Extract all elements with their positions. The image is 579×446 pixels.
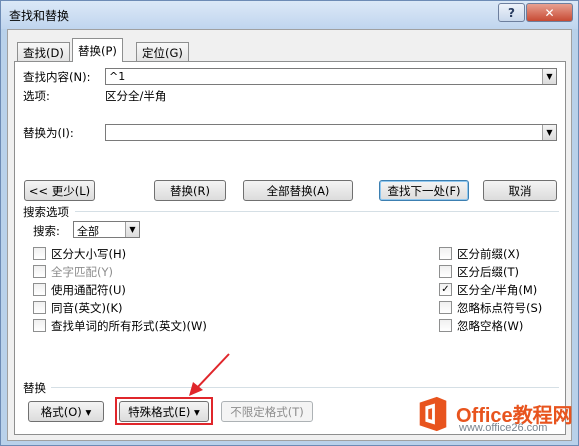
help-button[interactable]: ?	[498, 3, 525, 22]
replace-button[interactable]: 替换(R)	[154, 180, 226, 201]
search-options-divider	[75, 211, 559, 212]
tab-replace[interactable]: 替换(P)	[72, 38, 123, 62]
checkbox-label: 忽略空格(W)	[457, 318, 524, 333]
search-direction-label: 搜索:	[33, 224, 60, 238]
options-label: 选项:	[23, 89, 50, 103]
checkbox-wildcards[interactable]: 使用通配符(U)	[33, 282, 126, 297]
checkbox-box[interactable]	[439, 265, 452, 278]
find-label: 查找内容(N):	[23, 70, 91, 84]
watermark-url: www.office26.com	[459, 422, 548, 434]
checkbox-label: 区分前缀(X)	[457, 246, 520, 261]
tab-find[interactable]: 查找(D)	[17, 42, 70, 61]
highlight-box	[115, 397, 213, 425]
search-options-title: 搜索选项	[23, 205, 69, 219]
checkbox-label: 同音(英文)(K)	[51, 300, 123, 315]
options-value: 区分全/半角	[105, 89, 167, 103]
checkmark-icon[interactable]: ✓	[439, 283, 452, 296]
search-direction-dropdown-icon[interactable]: ▼	[125, 222, 139, 237]
checkbox-label: 查找单词的所有形式(英文)(W)	[51, 318, 207, 333]
search-direction-select[interactable]: 全部 ▼	[73, 221, 140, 238]
checkbox-box[interactable]	[439, 301, 452, 314]
replace-dropdown-icon[interactable]: ▼	[542, 125, 556, 140]
find-dropdown-icon[interactable]: ▼	[542, 69, 556, 84]
checkbox-match-case[interactable]: 区分大小写(H)	[33, 246, 126, 261]
replace-panel: 查找内容(N): ^1 ▼ 选项: 区分全/半角 替换为(I): ▼ << 更少…	[14, 61, 566, 435]
checkbox-whole-word[interactable]: 全字匹配(Y)	[33, 264, 113, 279]
checkbox-full-half-width[interactable]: ✓ 区分全/半角(M)	[439, 282, 537, 297]
replace-label: 替换为(I):	[23, 126, 74, 140]
checkbox-label: 全字匹配(Y)	[51, 264, 113, 279]
checkbox-box[interactable]	[33, 283, 46, 296]
checkbox-box[interactable]	[439, 319, 452, 332]
replace-all-button[interactable]: 全部替换(A)	[243, 180, 353, 201]
replace-section-title: 替换	[23, 381, 46, 395]
close-button[interactable]: ✕	[526, 3, 573, 22]
checkbox-ignore-punctuation[interactable]: 忽略标点符号(S)	[439, 300, 542, 315]
checkbox-ignore-whitespace[interactable]: 忽略空格(W)	[439, 318, 523, 333]
find-input[interactable]: ^1 ▼	[105, 68, 557, 85]
format-button[interactable]: 格式(O) ▾	[28, 401, 104, 422]
arrow-annotation-icon	[189, 353, 230, 396]
checkbox-label: 忽略标点符号(S)	[457, 300, 543, 315]
checkbox-label: 区分大小写(H)	[51, 246, 127, 261]
search-direction-value: 全部	[77, 225, 99, 238]
checkbox-label: 使用通配符(U)	[51, 282, 126, 297]
office-logo-icon	[419, 396, 447, 432]
checkbox-sounds-like[interactable]: 同音(英文)(K)	[33, 300, 123, 315]
replace-section-divider	[51, 387, 559, 388]
checkbox-box[interactable]	[439, 247, 452, 260]
checkbox-match-prefix[interactable]: 区分前缀(X)	[439, 246, 520, 261]
cancel-button[interactable]: 取消	[483, 180, 557, 201]
dialog-title: 查找和替换	[9, 9, 70, 23]
checkbox-label: 区分后缀(T)	[457, 264, 519, 279]
dialog-body: 查找(D) 替换(P) 定位(G) 查找内容(N): ^1 ▼ 选项: 区分全/…	[7, 29, 572, 441]
find-input-value: ^1	[109, 70, 126, 83]
find-next-button[interactable]: 查找下一处(F)	[379, 180, 469, 201]
title-bar: 查找和替换 ? ✕	[1, 1, 578, 29]
tab-goto[interactable]: 定位(G)	[136, 42, 189, 61]
replace-input[interactable]: ▼	[105, 124, 557, 141]
checkbox-box[interactable]	[33, 301, 46, 314]
checkbox-box[interactable]	[33, 319, 46, 332]
checkbox-box[interactable]	[33, 265, 46, 278]
less-button[interactable]: << 更少(L)	[24, 180, 95, 201]
checkbox-word-forms[interactable]: 查找单词的所有形式(英文)(W)	[33, 318, 207, 333]
checkbox-box[interactable]	[33, 247, 46, 260]
find-replace-dialog: 查找和替换 ? ✕ 查找(D) 替换(P) 定位(G) 查找内容(N): ^1 …	[0, 0, 579, 446]
no-format-button[interactable]: 不限定格式(T)	[221, 401, 313, 422]
checkbox-match-suffix[interactable]: 区分后缀(T)	[439, 264, 519, 279]
checkbox-label: 区分全/半角(M)	[457, 282, 538, 297]
